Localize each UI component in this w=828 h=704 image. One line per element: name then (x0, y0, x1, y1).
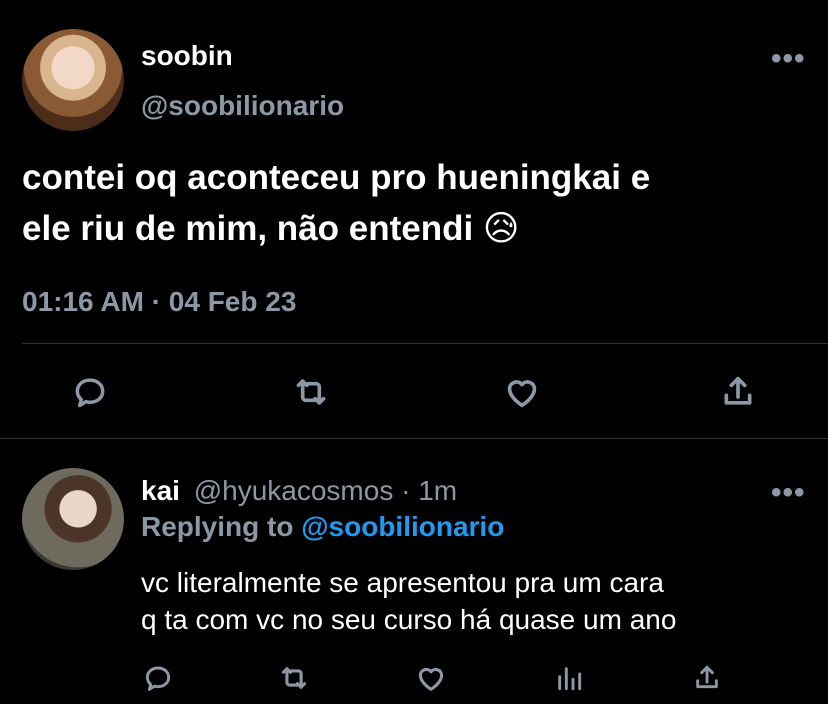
reply-like-button[interactable] (413, 660, 449, 696)
retweet-icon (296, 379, 326, 405)
divider (22, 343, 828, 344)
share-icon (724, 376, 752, 405)
reply-reply-button[interactable] (140, 660, 176, 696)
more-options-icon[interactable]: ••• (771, 42, 806, 76)
reply-more-options-icon[interactable]: ••• (771, 476, 806, 510)
reply-text: vc literalmente se apresentou pra um car… (141, 567, 677, 635)
reply-author-name[interactable]: kai (141, 475, 180, 506)
reply-author-avatar[interactable] (22, 468, 124, 570)
author-handle[interactable]: @soobilionario (141, 90, 344, 122)
tweet-text: contei oq aconteceu pro hueningkai e ele… (22, 158, 651, 248)
analytics-icon (558, 667, 582, 691)
share-icon (696, 665, 718, 689)
retweet-icon (281, 667, 307, 689)
reply-icon (145, 666, 171, 691)
share-button[interactable] (716, 370, 760, 414)
divider (0, 438, 828, 439)
replying-to-label: Replying to (141, 511, 294, 542)
retweet-button[interactable] (289, 370, 333, 414)
author-name[interactable]: soobin (141, 40, 233, 72)
reply-share-button[interactable] (689, 660, 725, 696)
reply-time[interactable]: 1m (418, 475, 457, 506)
reply-retweet-button[interactable] (276, 660, 312, 696)
reply-analytics-button[interactable] (551, 660, 587, 696)
reply-author-handle[interactable]: @hyukacosmos (194, 475, 394, 506)
author-avatar[interactable] (22, 29, 124, 131)
like-button[interactable] (500, 370, 544, 414)
replying-to-handle[interactable]: @soobilionario (301, 511, 504, 542)
reply-header: kai @hyukacosmos · 1m (141, 475, 457, 507)
replying-to-line: Replying to @soobilionario (141, 511, 504, 543)
like-icon (507, 380, 537, 408)
separator-dot: · (401, 475, 411, 506)
like-icon (418, 667, 444, 691)
tweet-timestamp[interactable]: 01:16 AM · 04 Feb 23 (22, 286, 296, 318)
reply-icon (75, 378, 105, 408)
reply-button[interactable] (68, 370, 112, 414)
